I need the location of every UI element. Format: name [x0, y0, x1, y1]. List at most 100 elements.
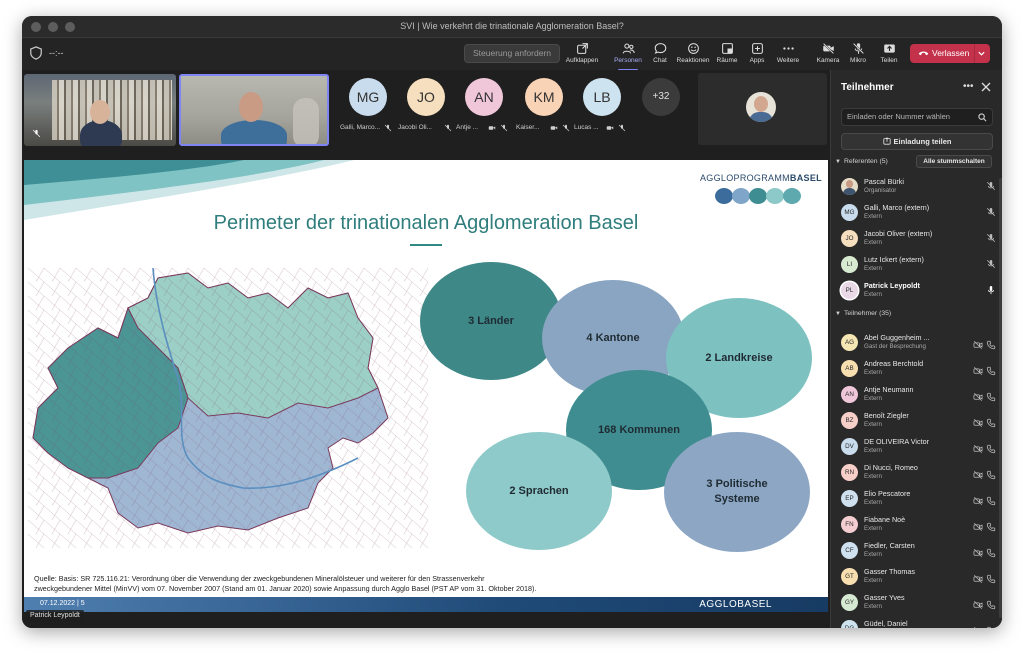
- video-tile-2[interactable]: [179, 74, 329, 146]
- slide-footer: 07.12.2022 | 5 AGGLOBASEL: [24, 597, 828, 612]
- bubble-laender: 3 Länder: [420, 262, 562, 380]
- share-button[interactable]: Teilen: [869, 41, 909, 69]
- phone-icon: [986, 389, 996, 402]
- camera-off-icon: [973, 467, 983, 479]
- participant-video-figure: [221, 120, 287, 144]
- participant-row[interactable]: AN Antje Neumann Extern: [839, 384, 999, 408]
- participant-row[interactable]: RN Di Nucci, Romeo Extern: [839, 462, 999, 486]
- mic-off-icon: [618, 124, 626, 132]
- participant-row[interactable]: AB Andreas Berchtold Extern: [839, 358, 999, 382]
- participant-row[interactable]: DV DE OLIVEIRA Victor Extern: [839, 436, 999, 460]
- avatar: DG: [841, 620, 858, 628]
- camera-off-icon: [973, 415, 983, 427]
- participant-tile-jo[interactable]: JO Jacobi Oli...: [398, 78, 454, 150]
- collapse-icon: ▼: [835, 159, 841, 165]
- popout-button[interactable]: Aufklappen: [562, 41, 602, 69]
- camera-off-icon: [550, 126, 558, 130]
- camera-off-icon: [973, 623, 983, 628]
- participant-row[interactable]: JO Jacobi Oliver (extern) Extern: [839, 228, 999, 252]
- camera-off-icon: [973, 363, 983, 375]
- avatar: JO: [407, 78, 445, 116]
- participant-video-head: [239, 92, 263, 122]
- mic-off-icon: [32, 129, 41, 138]
- request-control-button[interactable]: Steuerung anfordern: [464, 44, 560, 63]
- participant-row[interactable]: Pascal Bürki Organisator: [839, 176, 999, 200]
- slide-date: 07.12.2022 | 5: [40, 600, 85, 607]
- avatar: AN: [465, 78, 503, 116]
- apps-icon: [751, 43, 763, 54]
- mic-off-icon: [986, 207, 996, 217]
- search-icon[interactable]: [978, 113, 987, 122]
- phone-icon: [986, 441, 996, 454]
- phone-icon: [986, 623, 996, 628]
- participant-row[interactable]: PL Patrick Leypoldt Extern: [839, 280, 999, 304]
- agglo-brand: AGGLOPROGRAMMBASEL: [700, 173, 822, 183]
- share-link-icon: [882, 137, 891, 145]
- avatar: JO: [841, 230, 858, 247]
- more-participants-button[interactable]: +32: [642, 78, 680, 116]
- shared-slide: AGGLOPROGRAMMBASEL Perimeter der trinati…: [24, 160, 828, 612]
- invite-search-input[interactable]: [847, 112, 972, 121]
- brand-logo-shapes: [715, 188, 801, 204]
- rooms-icon: [721, 43, 733, 54]
- participant-row[interactable]: MG Galli, Marco (extern) Extern: [839, 202, 999, 226]
- participant-video-head: [90, 100, 110, 124]
- participant-row[interactable]: GT Gasser Thomas Extern: [839, 566, 999, 590]
- shield-icon: [30, 46, 42, 60]
- avatar: KM: [525, 78, 563, 116]
- participant-row[interactable]: BZ Benoît Ziegler Extern: [839, 410, 999, 434]
- chevron-down-icon[interactable]: [977, 49, 986, 58]
- bubble-sprachen: 2 Sprachen: [466, 432, 612, 550]
- panel-scrollbar[interactable]: [999, 178, 1002, 618]
- window-title: SVI | Wie verkehrt die trinationale Aggl…: [400, 21, 624, 31]
- mic-icon: [988, 285, 994, 295]
- avatar: LB: [583, 78, 621, 116]
- camera-off-icon: [822, 42, 834, 55]
- close-icon[interactable]: [981, 82, 991, 92]
- avatar: AN: [841, 386, 858, 403]
- participant-row[interactable]: GY Gasser Yves Extern: [839, 592, 999, 616]
- mute-all-button[interactable]: Alle stummschalten: [916, 155, 992, 168]
- avatar: DV: [841, 438, 858, 455]
- participants-panel: Teilnehmer ••• Einladung teilen ▼Referen…: [830, 70, 1002, 628]
- popout-icon: [576, 43, 588, 54]
- camera-off-icon: [973, 571, 983, 583]
- participant-tile-an[interactable]: AN Antje ...: [456, 78, 512, 150]
- camera-off-icon: [973, 545, 983, 557]
- phone-icon: [986, 363, 996, 376]
- mic-off-icon: [384, 124, 392, 132]
- share-invite-button[interactable]: Einladung teilen: [841, 133, 993, 150]
- phone-icon: [986, 467, 996, 480]
- participant-tile-mg[interactable]: MG Galli, Marco...: [340, 78, 396, 150]
- participant-row[interactable]: LI Lutz Ickert (extern) Extern: [839, 254, 999, 278]
- participant-row[interactable]: AG Abel Guggenheim ... Gast der Besprechun…: [839, 332, 999, 356]
- phone-icon: [986, 493, 996, 506]
- participant-tile-lb[interactable]: LB Lucas ...: [574, 78, 630, 150]
- participant-row[interactable]: CF Fiedler, Carsten Extern: [839, 540, 999, 564]
- participant-row[interactable]: DGGüdel, DanielExtern: [839, 618, 999, 628]
- avatar: LI: [841, 256, 858, 273]
- participant-tile-km[interactable]: KM Kaiser...: [516, 78, 572, 150]
- camera-off-icon: [973, 441, 983, 453]
- invite-search-field[interactable]: [841, 108, 993, 126]
- phone-icon: [986, 571, 996, 584]
- panel-more-icon[interactable]: •••: [963, 81, 974, 92]
- chat-icon: [654, 43, 666, 54]
- avatar-face: [846, 180, 853, 188]
- presenters-section-header[interactable]: ▼ Referenten (5): [835, 158, 888, 165]
- avatar-face: [754, 96, 768, 112]
- leave-button[interactable]: Verlassen: [910, 44, 990, 63]
- participant-row[interactable]: EP Elio Pescatore Extern: [839, 488, 999, 512]
- more-button[interactable]: Weitere: [768, 41, 808, 69]
- attendees-section-header[interactable]: ▼ Teilnehmer (35): [835, 310, 891, 317]
- mic-off-icon: [986, 181, 996, 191]
- camera-off-icon: [606, 126, 614, 130]
- collapse-icon: ▼: [835, 311, 841, 317]
- participant-row[interactable]: FN Fiabane Noè Extern: [839, 514, 999, 538]
- camera-off-icon: [973, 493, 983, 505]
- avatar: FN: [841, 516, 858, 533]
- self-view-tile[interactable]: [698, 73, 827, 145]
- participant-strip: MG Galli, Marco... JO Jacobi Oli... AN A…: [22, 70, 830, 158]
- video-tile-1[interactable]: [24, 74, 176, 146]
- camera-off-icon: [973, 389, 983, 401]
